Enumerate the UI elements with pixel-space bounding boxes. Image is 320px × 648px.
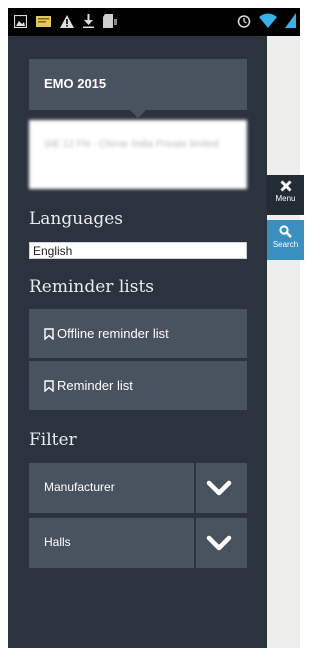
download-icon <box>83 14 94 28</box>
reminder-list-button[interactable]: Reminder list <box>29 361 247 410</box>
sd-card-icon <box>103 14 117 28</box>
menu-tab-label: Menu <box>275 194 296 203</box>
reminder-lists-heading: Reminder lists <box>29 277 154 297</box>
alarm-icon <box>237 14 251 28</box>
language-select[interactable]: English <box>29 242 247 259</box>
status-left-icons <box>14 14 117 28</box>
content-edge <box>300 36 308 648</box>
status-right-icons <box>237 13 296 28</box>
languages-heading: Languages <box>29 209 124 229</box>
filter-halls-label: Halls <box>44 535 71 549</box>
wifi-icon <box>259 13 277 28</box>
reminder-list-label: Reminder list <box>57 378 133 393</box>
event-title-button[interactable]: EMO 2015 <box>29 59 247 118</box>
message-icon <box>36 15 51 27</box>
bookmark-icon <box>44 379 54 392</box>
signal-icon <box>285 13 296 28</box>
filter-divider <box>194 518 196 568</box>
bookmark-icon <box>44 327 54 340</box>
status-bar <box>8 8 300 36</box>
filter-manufacturer-label: Manufacturer <box>44 480 115 494</box>
close-icon <box>279 180 292 192</box>
search-tab-label: Search <box>272 240 299 249</box>
filter-halls[interactable]: Halls <box>29 518 247 568</box>
language-selected-value: English <box>33 244 73 258</box>
warning-icon <box>60 14 74 28</box>
filter-divider <box>194 463 196 513</box>
content-area <box>267 36 308 648</box>
event-card[interactable]: SIE 12 FN - Chinar India Private limited <box>29 120 247 189</box>
filter-manufacturer[interactable]: Manufacturer <box>29 463 247 513</box>
search-tab[interactable]: Search <box>267 220 304 260</box>
filter-heading: Filter <box>29 430 77 450</box>
menu-tab[interactable]: Menu <box>267 175 304 215</box>
offline-reminder-list-label: Offline reminder list <box>57 326 169 341</box>
search-icon <box>279 225 292 238</box>
image-icon <box>14 14 27 28</box>
event-card-text: SIE 12 FN - Chinar India Private limited <box>44 139 219 150</box>
offline-reminder-list-button[interactable]: Offline reminder list <box>29 309 247 358</box>
event-pointer-arrow <box>130 110 146 118</box>
chevron-down-icon[interactable] <box>206 533 232 553</box>
chevron-down-icon[interactable] <box>206 478 232 498</box>
event-title: EMO 2015 <box>44 76 107 91</box>
